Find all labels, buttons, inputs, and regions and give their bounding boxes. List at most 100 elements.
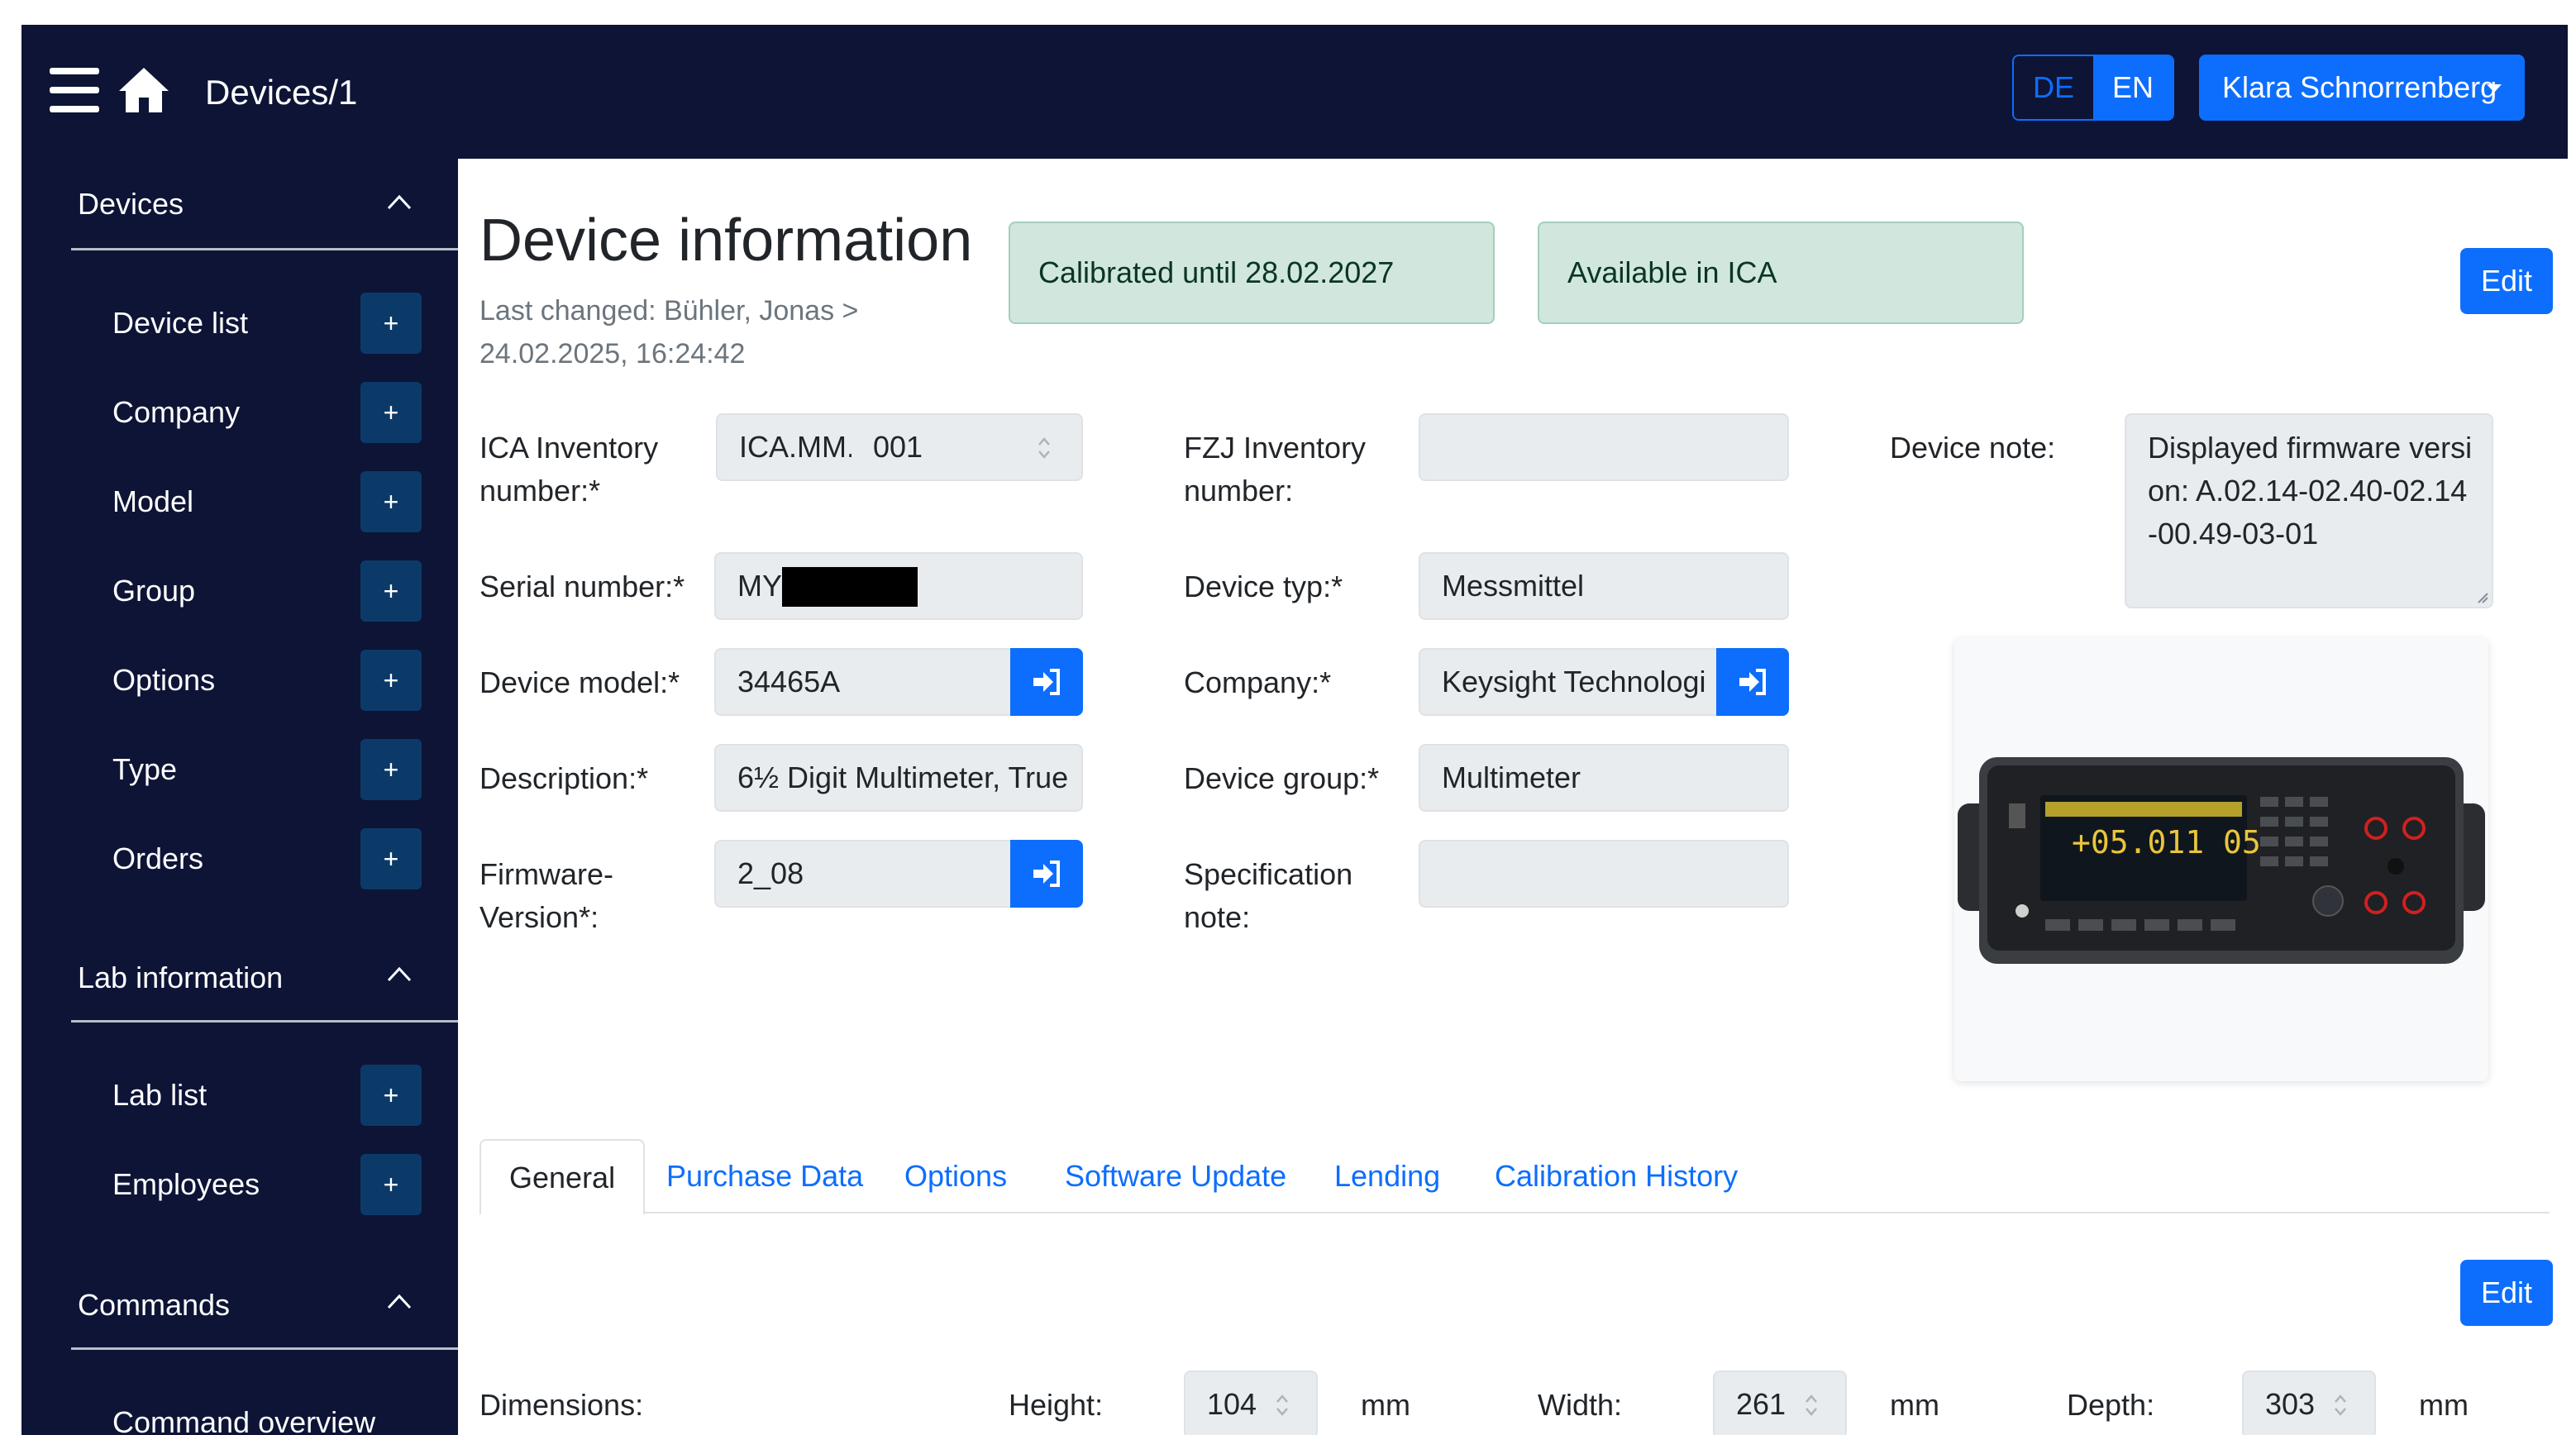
device-note-value: Displayed firmware version: A.02.14-02.4… xyxy=(2148,431,2473,551)
serial-number-label: Serial number:* xyxy=(479,570,685,603)
dimensions-label: Dimensions: xyxy=(479,1388,644,1422)
description-input[interactable]: 6½ Digit Multimeter, True xyxy=(714,744,1083,812)
sidebar-section-lab-information[interactable]: Lab information xyxy=(78,961,283,995)
add-device-button[interactable]: + xyxy=(360,293,422,354)
tab-purchase-data[interactable]: Purchase Data xyxy=(666,1139,863,1213)
add-option-button[interactable]: + xyxy=(360,650,422,711)
spinner-icon[interactable] xyxy=(1804,1392,1819,1418)
ica-inventory-label: ICA Inventory number:* xyxy=(479,431,659,508)
sidebar-divider xyxy=(71,1347,458,1350)
user-name: Klara Schnorrenberg xyxy=(2222,70,2497,104)
fzj-inventory-input[interactable] xyxy=(1419,413,1789,481)
redaction-bar xyxy=(782,567,918,607)
lang-en-button[interactable]: EN xyxy=(2093,56,2173,119)
spinner-icon[interactable] xyxy=(1037,435,1052,461)
sidebar-item-command-overview[interactable]: Command overview xyxy=(112,1405,375,1435)
spinner-icon[interactable] xyxy=(1275,1392,1290,1418)
width-unit: mm xyxy=(1890,1388,1939,1422)
ica-prefix: ICA.MM. xyxy=(716,413,855,481)
sign-in-icon xyxy=(1033,861,1060,887)
width-input[interactable]: 261 xyxy=(1713,1371,1847,1435)
sidebar: Devices Device list + Company + Model + … xyxy=(21,159,458,1435)
add-model-button[interactable]: + xyxy=(360,471,422,532)
sidebar-divider xyxy=(71,1020,458,1023)
device-group-label: Device group:* xyxy=(1184,761,1380,795)
detail-tabs: General Purchase Data Options Software U… xyxy=(479,1139,2550,1215)
tab-lending[interactable]: Lending xyxy=(1334,1139,1440,1213)
sidebar-item-device-list[interactable]: Device list xyxy=(112,306,248,341)
height-input[interactable]: 104 xyxy=(1184,1371,1318,1435)
add-employee-button[interactable]: + xyxy=(360,1154,422,1215)
device-group-input[interactable]: Multimeter xyxy=(1419,744,1789,812)
sidebar-item-employees[interactable]: Employees xyxy=(112,1167,260,1202)
sidebar-item-group[interactable]: Group xyxy=(112,574,195,608)
add-order-button[interactable]: + xyxy=(360,828,422,889)
chevron-up-icon[interactable] xyxy=(387,190,412,215)
sidebar-item-options[interactable]: Options xyxy=(112,663,215,698)
sidebar-item-lab-list[interactable]: Lab list xyxy=(112,1078,207,1113)
device-image-card: +05.011 05 xyxy=(1954,638,2488,1081)
svg-text:+05.011 05: +05.011 05 xyxy=(2072,824,2261,861)
availability-status-badge: Available in ICA xyxy=(1538,222,2024,324)
calibration-status-badge: Calibrated until 28.02.2027 xyxy=(1009,222,1495,324)
firmware-version-label: Firmware-Version*: xyxy=(479,857,613,934)
sidebar-section-commands[interactable]: Commands xyxy=(78,1288,230,1323)
depth-input[interactable]: 303 xyxy=(2242,1371,2376,1435)
sidebar-divider xyxy=(71,248,458,250)
device-note-label: Device note: xyxy=(1890,431,2056,465)
serial-number-value: MY xyxy=(737,569,782,603)
sidebar-section-devices[interactable]: Devices xyxy=(78,187,184,222)
ica-inventory-value: 001 xyxy=(873,430,923,464)
width-label: Width: xyxy=(1538,1388,1623,1422)
sidebar-item-company[interactable]: Company xyxy=(112,395,240,430)
chevron-up-icon[interactable] xyxy=(387,962,412,987)
sidebar-item-model[interactable]: Model xyxy=(112,484,193,519)
edit-device-button[interactable]: Edit xyxy=(2460,248,2553,314)
home-icon[interactable] xyxy=(117,63,170,116)
height-unit: mm xyxy=(1361,1388,1410,1422)
user-menu-button[interactable]: Klara Schnorrenberg xyxy=(2199,55,2525,121)
depth-value: 303 xyxy=(2265,1387,2316,1421)
ica-inventory-input[interactable]: 001 xyxy=(852,413,1083,481)
edit-general-button[interactable]: Edit xyxy=(2460,1260,2553,1326)
serial-number-input[interactable]: MY xyxy=(714,552,1083,620)
lang-de-button[interactable]: DE xyxy=(2014,56,2093,119)
open-company-button[interactable] xyxy=(1716,648,1789,716)
page-title: Device information xyxy=(479,207,973,274)
depth-unit: mm xyxy=(2419,1388,2469,1422)
specification-note-label: Specification note: xyxy=(1184,857,1353,934)
description-label: Description:* xyxy=(479,761,649,795)
add-lab-button[interactable]: + xyxy=(360,1065,422,1126)
open-firmware-button[interactable] xyxy=(1010,840,1083,908)
sign-in-icon xyxy=(1739,669,1766,695)
last-changed-info: Last changed: Bühler, Jonas > 24.02.2025… xyxy=(479,295,859,369)
hamburger-menu-icon[interactable] xyxy=(50,68,99,112)
depth-label: Depth: xyxy=(2067,1388,2155,1422)
spinner-icon[interactable] xyxy=(2333,1392,2348,1418)
chevron-up-icon[interactable] xyxy=(387,1290,412,1314)
add-type-button[interactable]: + xyxy=(360,739,422,800)
tab-calibration-history[interactable]: Calibration History xyxy=(1495,1139,1738,1213)
add-company-button[interactable]: + xyxy=(360,382,422,443)
device-note-textarea[interactable]: Displayed firmware version: A.02.14-02.4… xyxy=(2125,413,2493,608)
caret-down-icon xyxy=(2487,84,2502,93)
sign-in-icon xyxy=(1033,669,1060,695)
device-typ-input[interactable]: Messmittel xyxy=(1419,552,1789,620)
language-switch: DE EN xyxy=(2012,55,2174,121)
open-model-button[interactable] xyxy=(1010,648,1083,716)
tab-general[interactable]: General xyxy=(479,1139,646,1215)
height-value: 104 xyxy=(1207,1387,1257,1421)
tab-options[interactable]: Options xyxy=(904,1139,1007,1213)
device-photo: +05.011 05 xyxy=(1958,757,2485,964)
sidebar-item-orders[interactable]: Orders xyxy=(112,841,203,876)
device-model-label: Device model:* xyxy=(479,665,680,699)
specification-note-textarea[interactable] xyxy=(1419,840,1789,908)
tab-software-update[interactable]: Software Update xyxy=(1065,1139,1286,1213)
resize-handle-icon[interactable] xyxy=(2477,592,2488,603)
company-label: Company:* xyxy=(1184,665,1332,699)
fzj-inventory-label: FZJ Inventory number: xyxy=(1184,431,1367,508)
add-group-button[interactable]: + xyxy=(360,560,422,622)
top-navbar: Devices/1 DE EN Klara Schnorrenberg xyxy=(21,25,2568,159)
device-typ-label: Device typ:* xyxy=(1184,570,1343,603)
sidebar-item-type[interactable]: Type xyxy=(112,752,177,787)
